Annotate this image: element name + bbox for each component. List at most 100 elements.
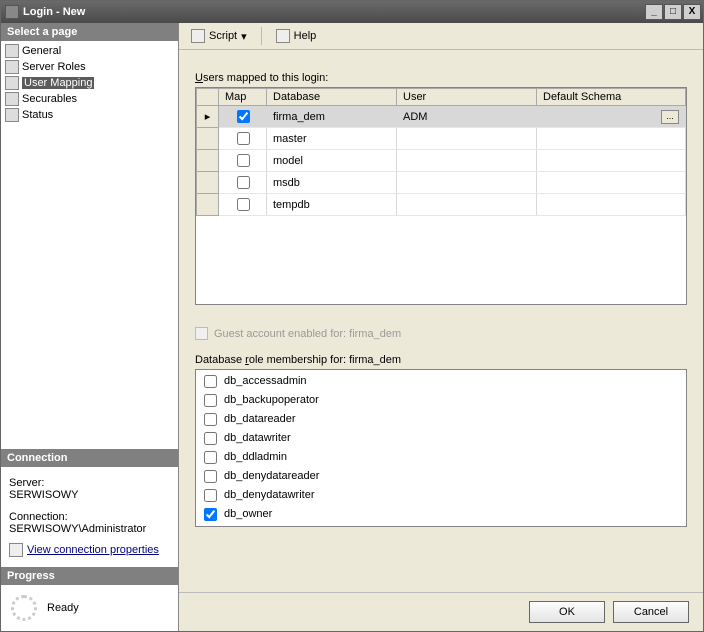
connection-panel: Server: SERWISOWY Connection: SERWISOWY\… [1,467,178,567]
table-row[interactable]: model [197,150,686,172]
cell-database[interactable]: tempdb [267,194,397,216]
cell-schema[interactable]: ... [537,106,686,128]
role-membership-list[interactable]: db_accessadmindb_backupoperator db_datare… [195,369,687,527]
server-value: SERWISOWY [9,489,170,501]
page-icon [5,44,19,58]
cell-schema[interactable] [537,150,686,172]
toolbar-separator [261,27,262,45]
row-header[interactable]: ▸ [197,106,219,128]
connection-header: Connection [1,449,178,467]
table-row[interactable]: msdb [197,172,686,194]
role-name: db_ddladmin [224,450,287,465]
role-checkbox[interactable] [204,432,217,445]
col-schema[interactable]: Default Schema [537,89,686,106]
row-header[interactable] [197,172,219,194]
close-button[interactable]: X [683,4,701,20]
titlebar: Login - New _ □ X [1,1,703,23]
ok-button[interactable]: OK [529,601,605,623]
sidebar-item-user-mapping[interactable]: User Mapping [3,75,176,91]
role-checkbox[interactable] [204,375,217,388]
role-checkbox[interactable] [204,451,217,464]
script-icon [191,29,205,43]
sidebar-item-label: User Mapping [22,77,94,89]
dialog-footer: OK Cancel [179,592,703,631]
col-map[interactable]: Map [219,89,267,106]
map-checkbox[interactable] [237,198,250,211]
connection-label: Connection: [9,511,170,523]
sidebar-item-securables[interactable]: Securables [3,91,176,107]
guest-account-checkbox: Guest account enabled for: firma_dem [195,327,687,340]
connection-value: SERWISOWY\Administrator [9,523,170,535]
maximize-button[interactable]: □ [664,4,682,20]
row-header[interactable] [197,194,219,216]
cell-schema[interactable] [537,194,686,216]
role-item[interactable]: db_owner [198,505,684,524]
roles-label: Database role membership for: firma_dem [195,354,687,366]
col-user[interactable]: User [397,89,537,106]
login-new-window: Login - New _ □ X Select a page General … [0,0,704,632]
cell-user[interactable]: ADM [397,106,537,128]
sidebar-item-label: Server Roles [22,61,86,73]
sidebar-item-status[interactable]: Status [3,107,176,123]
cell-database[interactable]: msdb [267,172,397,194]
sidebar-item-general[interactable]: General [3,43,176,59]
role-name: db_datawriter [224,431,291,446]
map-checkbox[interactable] [237,110,250,123]
role-checkbox[interactable] [204,470,217,483]
chevron-down-icon: ▾ [241,30,247,43]
role-item[interactable]: db_backupoperator [198,391,684,410]
cell-database[interactable]: model [267,150,397,172]
cell-user[interactable] [397,194,537,216]
role-checkbox[interactable] [204,394,217,407]
role-checkbox[interactable] [204,489,217,502]
page-icon [5,60,19,74]
cell-database[interactable]: firma_dem [267,106,397,128]
sidebar-item-server-roles[interactable]: Server Roles [3,59,176,75]
role-item[interactable]: db_denydatareader [198,467,684,486]
role-checkbox[interactable] [204,508,217,521]
progress-panel: Ready [1,585,178,631]
cell-database[interactable]: master [267,128,397,150]
cell-schema[interactable] [537,128,686,150]
browse-schema-button[interactable]: ... [661,110,679,124]
checkbox-disabled-icon [195,327,208,340]
window-title: Login - New [23,6,644,18]
role-item[interactable]: db_denydatawriter [198,486,684,505]
help-button[interactable]: Help [272,27,321,45]
role-item[interactable]: db_securityadmin [198,524,684,527]
properties-icon [9,543,23,557]
role-item[interactable]: db_datareader [198,410,684,429]
view-connection-properties-link[interactable]: View connection properties [27,544,159,556]
cell-user[interactable] [397,150,537,172]
role-item[interactable]: db_datawriter [198,429,684,448]
table-row[interactable]: tempdb [197,194,686,216]
sidebar-item-label: Status [22,109,53,121]
row-header[interactable] [197,150,219,172]
minimize-button[interactable]: _ [645,4,663,20]
map-checkbox[interactable] [237,154,250,167]
role-item[interactable]: db_ddladmin [198,448,684,467]
page-icon [5,108,19,122]
map-checkbox[interactable] [237,132,250,145]
col-database[interactable]: Database [267,89,397,106]
row-header[interactable] [197,128,219,150]
role-name: db_datareader [224,412,296,427]
table-row[interactable]: master [197,128,686,150]
script-button[interactable]: Script ▾ [187,27,251,45]
sidebar: Select a page General Server Roles User … [1,23,179,631]
cell-schema[interactable] [537,172,686,194]
role-name: db_owner [224,507,272,522]
map-checkbox[interactable] [237,176,250,189]
page-nav: General Server Roles User Mapping Secura… [1,41,178,125]
role-item[interactable]: db_accessadmin [198,372,684,391]
table-row[interactable]: ▸ firma_demADM... [197,106,686,128]
cancel-button[interactable]: Cancel [613,601,689,623]
cell-user[interactable] [397,172,537,194]
users-mapped-grid[interactable]: Map Database User Default Schema ▸ firma_… [195,87,687,305]
help-icon [276,29,290,43]
guest-account-label: Guest account enabled for: firma_dem [214,328,401,340]
cell-user[interactable] [397,128,537,150]
server-label: Server: [9,477,170,489]
role-checkbox[interactable] [204,413,217,426]
progress-spinner-icon [11,595,37,621]
